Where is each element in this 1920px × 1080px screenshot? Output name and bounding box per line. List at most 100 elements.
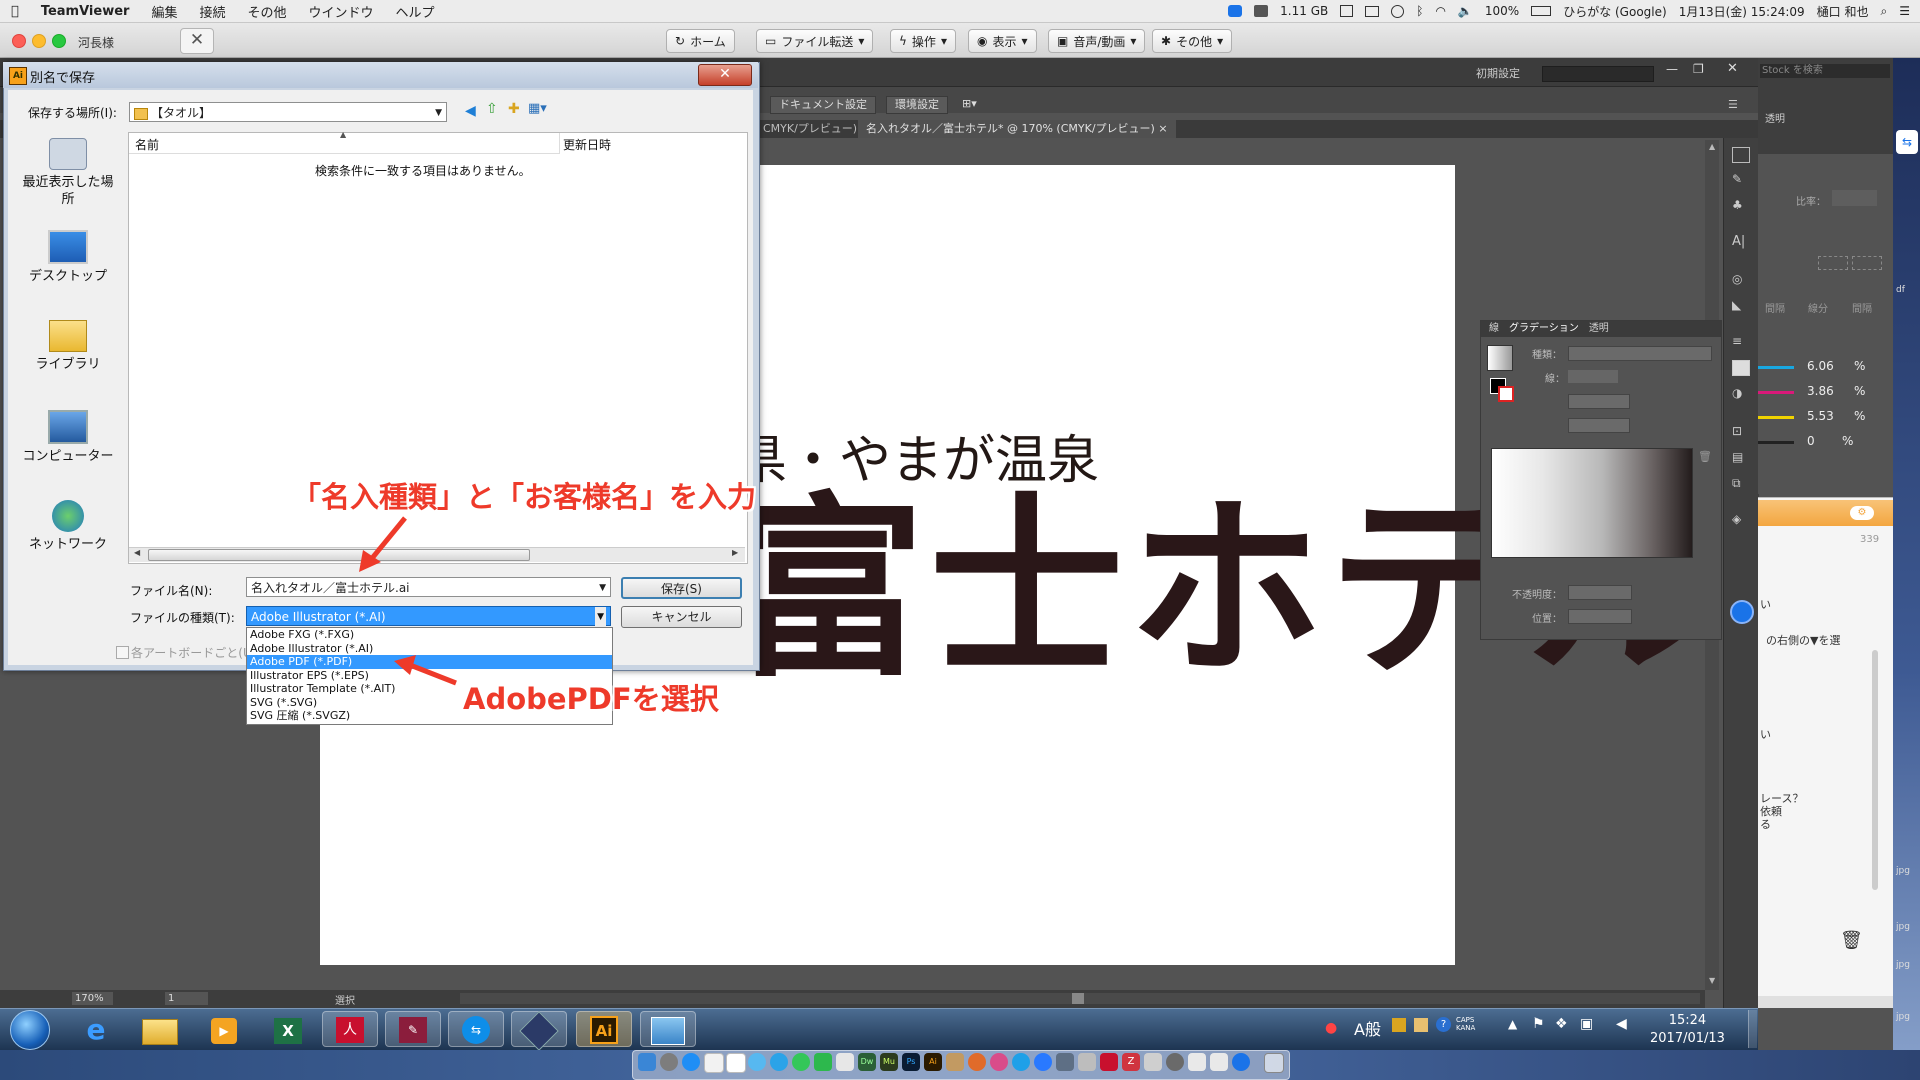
dock-teamviewer-session-icon[interactable] xyxy=(1232,1053,1250,1071)
dock-line-icon[interactable] xyxy=(792,1053,810,1071)
ime-indicator[interactable]: A般 xyxy=(1354,1016,1381,1040)
memory-indicator[interactable]: 1.11 GB xyxy=(1280,4,1328,18)
tray-alert-icon[interactable]: ● xyxy=(1325,1020,1337,1036)
align-icon[interactable]: ▤ xyxy=(1732,450,1748,464)
teamviewer-side-icon[interactable] xyxy=(1730,600,1754,624)
symbol-icon[interactable]: ♣ xyxy=(1732,198,1748,212)
help-icon[interactable]: ? xyxy=(1436,1017,1451,1032)
dock-illustrator-icon[interactable]: Ai xyxy=(924,1053,942,1071)
taskbar-excel-icon[interactable]: X xyxy=(260,1011,316,1047)
scroll-left-icon[interactable]: ◀ xyxy=(134,548,140,557)
cyan-slider[interactable] xyxy=(1758,366,1794,369)
column-date-label[interactable]: 更新日時 xyxy=(563,136,611,153)
dock-utilities-icon[interactable] xyxy=(1144,1053,1162,1071)
time-machine-icon[interactable] xyxy=(1391,4,1405,18)
ime-dictionary-icon[interactable] xyxy=(1414,1018,1428,1032)
dock-filezilla-icon[interactable]: Z xyxy=(1122,1053,1140,1071)
filetype-option-fxg[interactable]: Adobe FXG (*.FXG) xyxy=(247,628,612,642)
dock-files-icon[interactable] xyxy=(946,1053,964,1071)
dock-finder-icon[interactable] xyxy=(638,1053,656,1071)
scroll-up-icon[interactable]: ▲ xyxy=(1709,142,1715,151)
document-tab-2[interactable]: 名入れタオル／富士ホテル* @ 170% (CMYK/プレビュー) × xyxy=(858,120,1176,138)
chat-scrollbar[interactable] xyxy=(1872,650,1878,890)
save-in-select[interactable]: 【タオル】 ▼ xyxy=(129,102,447,122)
dock-itunes-icon[interactable] xyxy=(990,1053,1008,1071)
taskbar-teamviewer-icon[interactable]: ⇆ xyxy=(448,1011,504,1047)
teamviewer-status-icon[interactable] xyxy=(1228,5,1243,17)
taskbar-explorer-icon[interactable] xyxy=(132,1011,188,1047)
dash-corner-icon[interactable] xyxy=(1852,256,1882,270)
gear-icon[interactable]: ⚙ xyxy=(1850,506,1874,520)
layers-icon[interactable]: ◈ xyxy=(1732,512,1748,526)
battery-percent[interactable]: 100% xyxy=(1485,4,1519,18)
transparency-tab[interactable]: 透明 xyxy=(1765,110,1785,125)
dock-document-icon[interactable] xyxy=(1210,1053,1228,1071)
gradient-swatch[interactable] xyxy=(1487,345,1513,371)
dock-trash-icon[interactable] xyxy=(1264,1053,1284,1073)
transform-icon[interactable]: ⊡ xyxy=(1732,424,1748,438)
tab-transparency[interactable]: 透明 xyxy=(1589,321,1609,337)
spotlight-icon[interactable]: ⌕ xyxy=(1881,4,1888,19)
teamviewer-quickconnect-icon[interactable]: ⇆ xyxy=(1896,130,1918,154)
cyan-value[interactable]: 6.06 xyxy=(1807,359,1834,373)
sidebar-computer[interactable]: コンピューター xyxy=(18,410,118,465)
dock-appstore-icon[interactable] xyxy=(1034,1053,1052,1071)
horizontal-scroll-thumb[interactable] xyxy=(1072,993,1084,1004)
dropbox-tray-icon[interactable]: ❖ xyxy=(1555,1016,1568,1032)
dock-preview-icon[interactable] xyxy=(1056,1053,1074,1071)
gradient-angle-field[interactable] xyxy=(1568,394,1630,409)
trash-icon[interactable]: 🗑 xyxy=(1698,450,1712,463)
dock-facetime-icon[interactable] xyxy=(814,1053,832,1071)
dock-teamviewer-icon[interactable] xyxy=(1012,1053,1030,1071)
taskbar-clock[interactable]: 15:24 2017/01/13 xyxy=(1650,1012,1725,1048)
character-icon[interactable]: A| xyxy=(1732,234,1748,249)
panel-menu-icon[interactable]: ☰ xyxy=(1728,98,1738,111)
window-close-dot[interactable] xyxy=(12,34,26,48)
dock-camera-icon[interactable] xyxy=(1166,1053,1184,1071)
tab-stroke[interactable]: 線 xyxy=(1489,321,1499,337)
tv-view-button[interactable]: ◉ 表示 ▾ xyxy=(968,29,1037,53)
tab-gradient[interactable]: グラデーション xyxy=(1509,321,1579,337)
battery-icon[interactable] xyxy=(1531,6,1552,16)
sidebar-network[interactable]: ネットワーク xyxy=(18,500,118,553)
artboard-page-number[interactable]: 1 xyxy=(165,992,208,1005)
dock-photoshop-icon[interactable]: Ps xyxy=(902,1053,920,1071)
menu-edit[interactable]: 編集 xyxy=(140,2,188,21)
menubar-user[interactable]: 樋口 和也 xyxy=(1817,3,1869,20)
action-center-flag-icon[interactable]: ⚑ xyxy=(1532,1016,1545,1032)
menubar-clock[interactable]: 1月13日(金) 15:24:09 xyxy=(1679,3,1805,20)
dock-dreamweaver-icon[interactable]: Dw xyxy=(858,1053,876,1071)
volume-tray-icon[interactable]: ◀ xyxy=(1616,1016,1627,1032)
close-session-icon[interactable]: ✕ xyxy=(180,28,214,54)
gradient-aspect-field[interactable] xyxy=(1568,418,1630,433)
magenta-value[interactable]: 3.86 xyxy=(1807,384,1834,398)
gradient-stroke-buttons[interactable] xyxy=(1568,370,1618,383)
black-value[interactable]: 0 xyxy=(1807,434,1815,448)
dock-launchpad-icon[interactable] xyxy=(660,1053,678,1071)
dock-safari-icon[interactable] xyxy=(682,1053,700,1071)
menu-app-name[interactable]: TeamViewer xyxy=(30,4,141,19)
menu-connect[interactable]: 接続 xyxy=(188,2,236,21)
dock-numbers-icon[interactable] xyxy=(836,1053,854,1071)
gradient-preview[interactable] xyxy=(1491,448,1693,558)
preferences-button[interactable]: 環境設定 xyxy=(886,96,948,114)
notification-center-icon[interactable]: ☰ xyxy=(1899,4,1910,18)
apple-icon[interactable]:  xyxy=(0,4,30,19)
transparency-icon[interactable]: ◑ xyxy=(1732,386,1748,400)
dialog-close-button[interactable]: ✕ xyxy=(698,64,752,86)
appearance-icon[interactable]: ◎ xyxy=(1732,272,1748,286)
dock-mail-icon[interactable] xyxy=(770,1053,788,1071)
wifi-icon[interactable]: ◠ xyxy=(1435,4,1445,18)
dock-system-prefs-icon[interactable] xyxy=(1078,1053,1096,1071)
back-icon[interactable]: ◀ xyxy=(465,103,476,119)
ratio-field[interactable] xyxy=(1832,190,1877,206)
trash-icon[interactable]: 🗑 xyxy=(1840,930,1863,951)
taskbar-ie-icon[interactable]: e xyxy=(68,1011,124,1047)
graphic-style-icon[interactable]: ◣ xyxy=(1732,298,1748,312)
stock-search-input[interactable]: Stock を検索 xyxy=(1760,64,1890,78)
close-icon[interactable]: × xyxy=(1158,122,1167,135)
pathfinder-icon[interactable]: ⧉ xyxy=(1732,476,1748,490)
minimize-icon[interactable]: — xyxy=(1666,62,1678,76)
scroll-right-icon[interactable]: ▶ xyxy=(732,548,738,557)
file-list-scroll-thumb[interactable] xyxy=(148,549,530,561)
